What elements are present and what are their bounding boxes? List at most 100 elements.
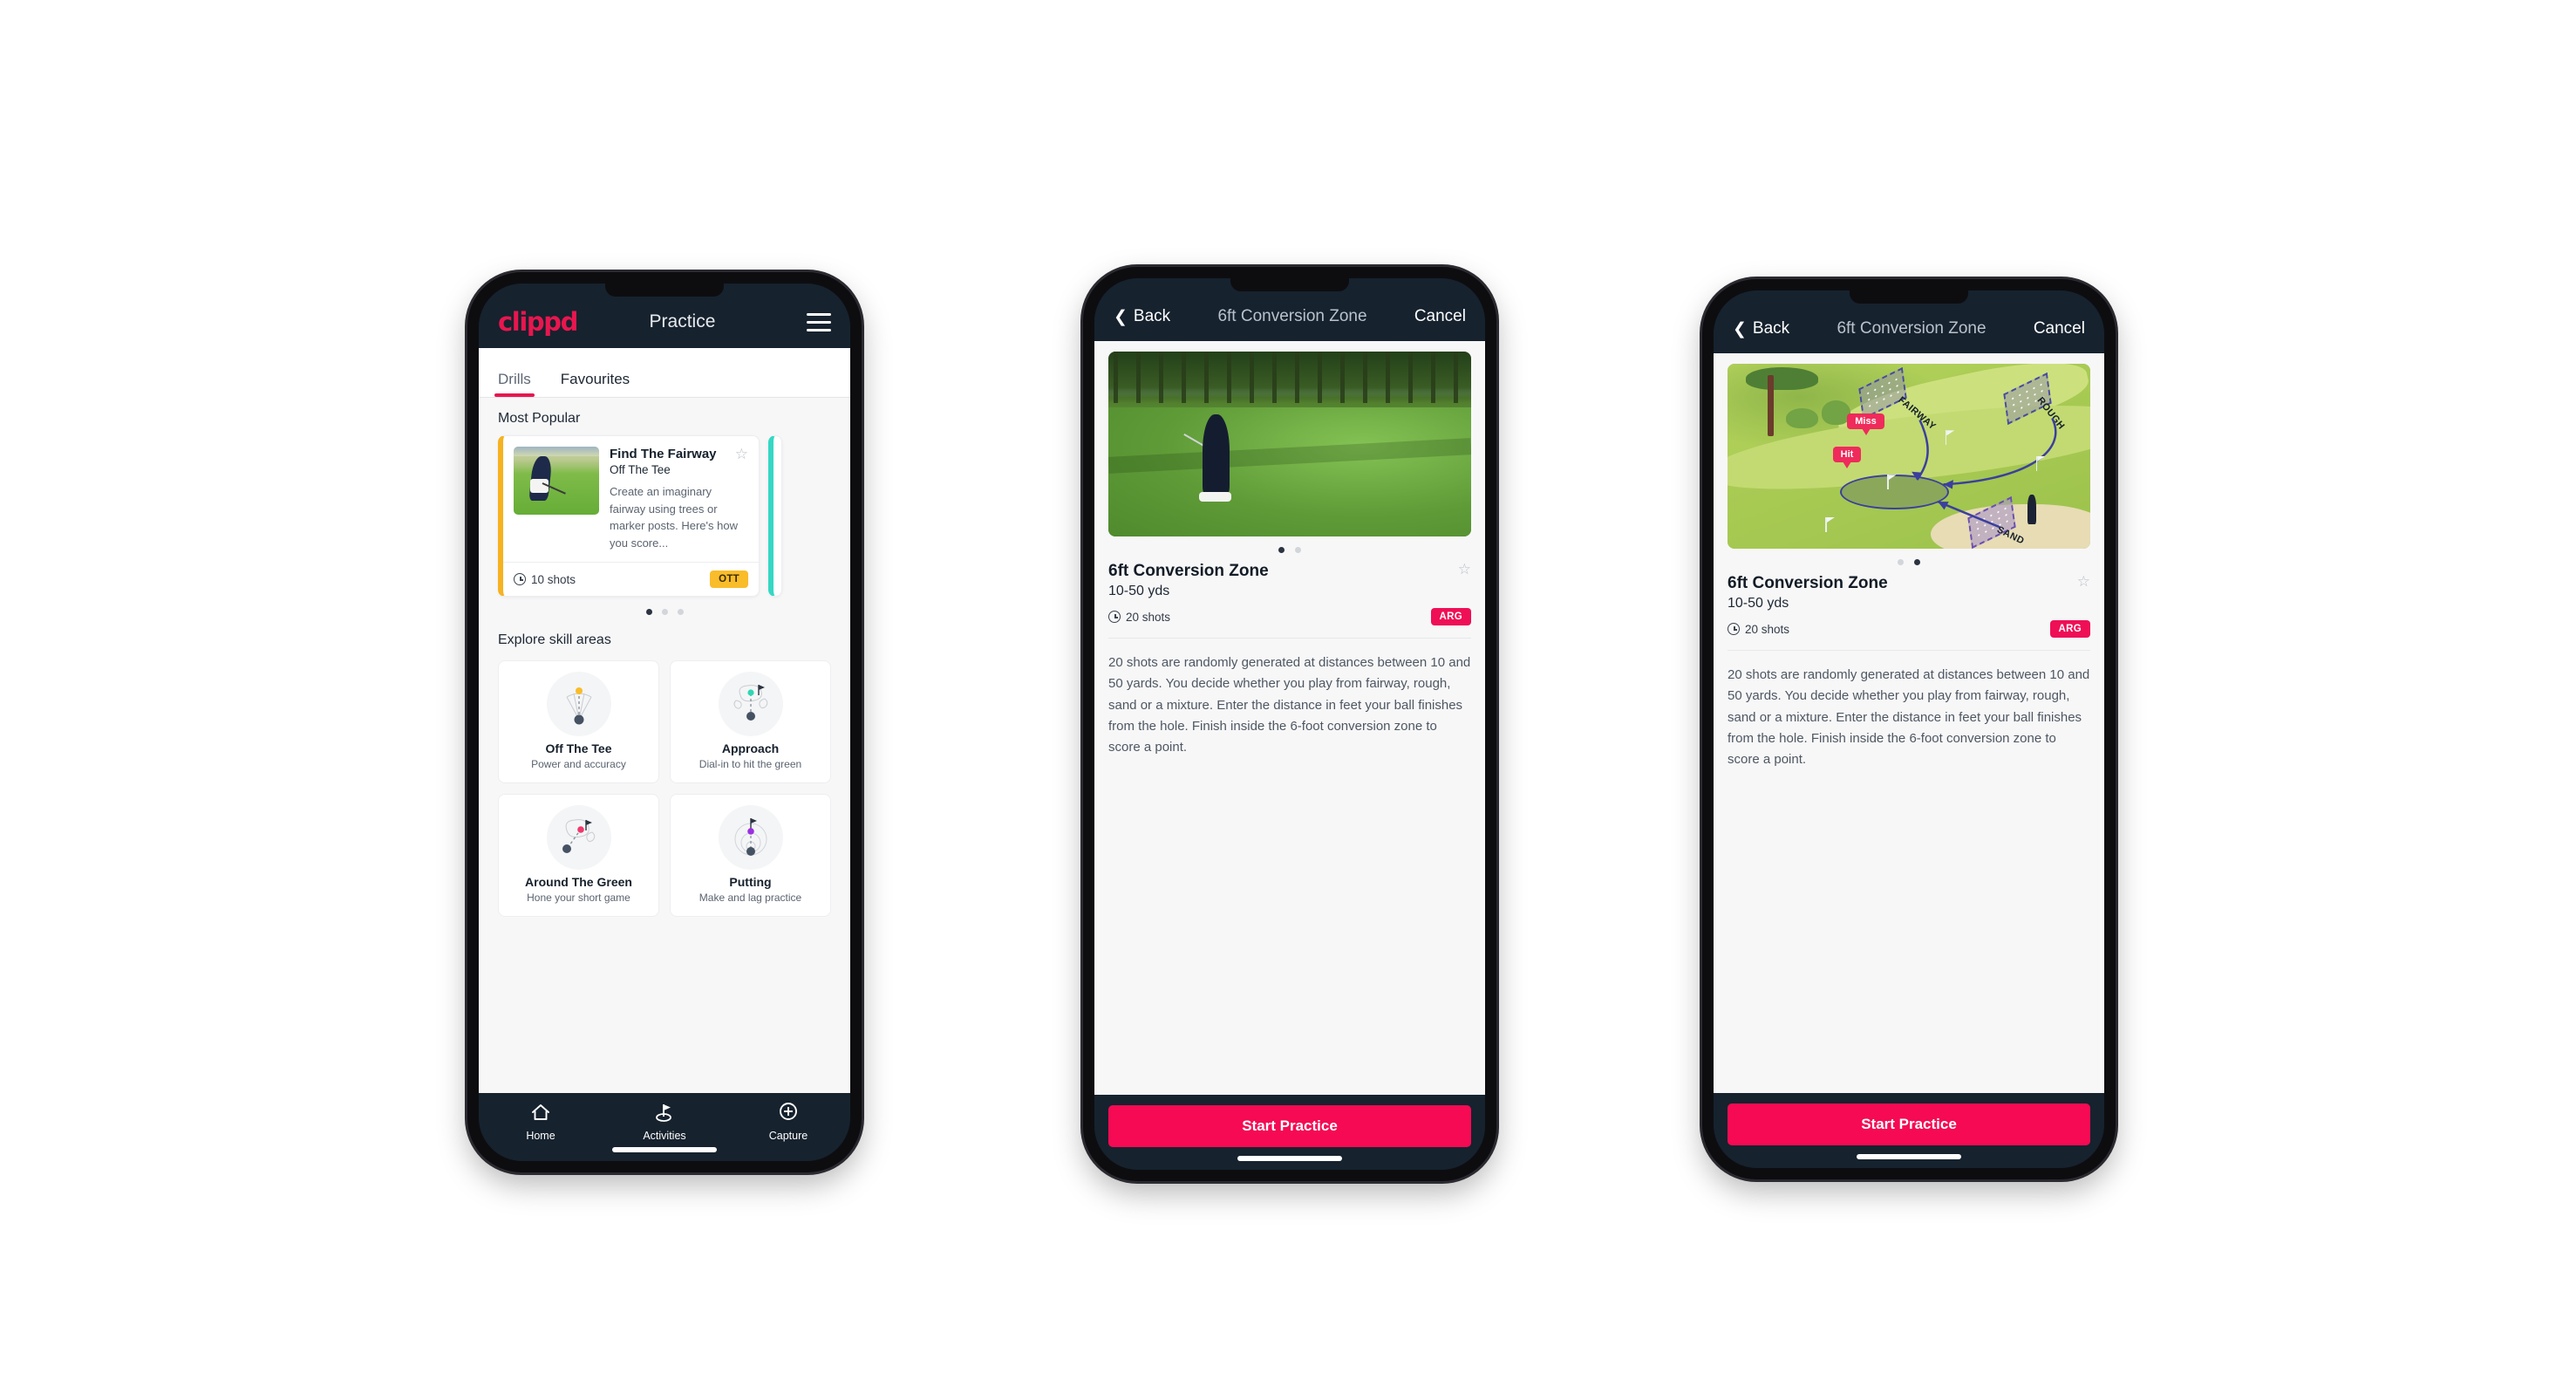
- skill-card-off-the-tee[interactable]: Off The Tee Power and accuracy: [498, 660, 659, 783]
- drill-shots: 10 shots: [514, 573, 576, 586]
- section-title-most-popular: Most Popular: [498, 411, 581, 426]
- media-carousel-dots: [1108, 536, 1471, 562]
- phone-drill-detail-map: ❮ Back 6ft Conversion Zone Cancel FAIRWA…: [1702, 279, 2116, 1179]
- drill-card[interactable]: Find The Fairway Off The Tee ☆ Create an…: [498, 435, 760, 597]
- home-indicator: [1237, 1156, 1342, 1161]
- skill-card-putting[interactable]: Putting Make and lag practice: [670, 794, 831, 917]
- skill-card-approach[interactable]: Approach Dial-in to hit the green: [670, 660, 831, 783]
- badge-hit: Hit: [1832, 447, 1862, 469]
- drill-distance: 10-50 yds: [1728, 596, 1789, 611]
- practice-body: Drills Favourites Most Popular Find The …: [479, 348, 850, 1093]
- nav-item-capture[interactable]: Capture: [727, 1102, 850, 1142]
- flag-pin-hole: [1887, 475, 1889, 490]
- back-label: Back: [1133, 307, 1171, 325]
- detail-title: 6ft Conversion Zone: [1217, 307, 1367, 325]
- drill-shots-label: 20 shots: [1126, 610, 1171, 624]
- hamburger-menu-icon[interactable]: [807, 312, 831, 331]
- nav-label: Home: [526, 1130, 555, 1142]
- golf-flag-icon: [656, 1104, 671, 1122]
- back-label: Back: [1752, 319, 1790, 338]
- cancel-button[interactable]: Cancel: [2034, 319, 2085, 338]
- clock-icon: [1728, 623, 1740, 635]
- approach-green-icon: [718, 672, 783, 736]
- chevron-left-icon: ❮: [1733, 319, 1747, 338]
- drill-name: 6ft Conversion Zone: [1728, 574, 1888, 592]
- start-practice-button[interactable]: Start Practice: [1728, 1103, 2090, 1145]
- skill-subtitle: Power and accuracy: [531, 758, 626, 770]
- phone-notch: [1230, 278, 1349, 291]
- nav-item-activities[interactable]: Activities: [603, 1102, 726, 1142]
- drill-shots: 20 shots: [1728, 623, 1789, 636]
- chevron-left-icon: ❮: [1114, 307, 1128, 326]
- carousel-dot[interactable]: [677, 609, 684, 615]
- home-indicator: [1857, 1154, 1961, 1159]
- home-indicator: [612, 1147, 717, 1152]
- detail-body: 6ft Conversion Zone 10-50 yds ☆ 20 shots…: [1094, 341, 1485, 1095]
- flag-pin: [1945, 430, 1947, 446]
- screenshot-canvas: clippd Practice Drills Favourites Most P…: [0, 0, 2576, 1387]
- drill-detail-card: 6ft Conversion Zone 10-50 yds ☆ 20 shots…: [1108, 562, 1471, 758]
- skill-name: Around The Green: [525, 875, 632, 889]
- skill-card-around-the-green[interactable]: Around The Green Hone your short game: [498, 794, 659, 917]
- tee-shot-fan-icon: [546, 672, 611, 736]
- skill-name: Off The Tee: [545, 741, 612, 755]
- drill-thumbnail: [514, 447, 599, 515]
- star-outline-icon[interactable]: ☆: [2077, 574, 2090, 589]
- phone-drill-detail-video: ❮ Back 6ft Conversion Zone Cancel 6ft Co…: [1083, 267, 1496, 1181]
- drill-media-photo[interactable]: [1108, 352, 1471, 536]
- most-popular-carousel[interactable]: Find The Fairway Off The Tee ☆ Create an…: [479, 435, 850, 597]
- drill-description: 20 shots are randomly generated at dista…: [1108, 655, 1471, 755]
- divider: [1108, 638, 1471, 639]
- phone-practice-list: clippd Practice Drills Favourites Most P…: [467, 272, 862, 1172]
- tab-bar: Drills Favourites: [479, 348, 850, 397]
- drill-shots: 20 shots: [1108, 611, 1170, 624]
- putting-rings-icon: [718, 805, 783, 870]
- carousel-dot[interactable]: [1898, 559, 1904, 565]
- tab-drills[interactable]: Drills: [494, 371, 535, 397]
- clock-icon: [1108, 611, 1121, 623]
- skill-name: Approach: [721, 741, 780, 755]
- carousel-dot[interactable]: [1914, 559, 1920, 565]
- drill-name: 6ft Conversion Zone: [1108, 562, 1269, 580]
- phone-notch: [1850, 290, 1968, 304]
- carousel-dot[interactable]: [1295, 547, 1301, 553]
- detail-body: FAIRWAY ROUGH SAND Miss Hit 6ft Conversi…: [1714, 353, 2104, 1093]
- drill-card-next-peek[interactable]: [768, 435, 782, 597]
- back-button[interactable]: ❮ Back: [1733, 319, 1789, 338]
- clock-icon: [514, 573, 526, 585]
- flag-pin: [2035, 456, 2038, 471]
- home-icon: [532, 1104, 549, 1120]
- skill-name: Putting: [729, 875, 772, 889]
- nav-label: Capture: [768, 1130, 808, 1142]
- chip-green-icon: [546, 805, 611, 870]
- page-title: Practice: [649, 311, 716, 331]
- skill-badge-ott: OTT: [710, 571, 748, 588]
- carousel-dot[interactable]: [661, 609, 668, 615]
- drill-media-course-map[interactable]: FAIRWAY ROUGH SAND Miss Hit: [1728, 364, 2090, 549]
- nav-label: Activities: [643, 1130, 686, 1142]
- plus-circle-icon: [780, 1103, 797, 1120]
- drill-description: Create an imaginary fairway using trees …: [610, 485, 738, 550]
- tab-favourites[interactable]: Favourites: [561, 371, 630, 397]
- carousel-dots: [479, 597, 850, 618]
- flag-pin: [1825, 516, 1827, 532]
- drill-detail-card: 6ft Conversion Zone 10-50 yds ☆ 20 shots…: [1728, 574, 2090, 770]
- nav-item-home[interactable]: Home: [480, 1102, 603, 1142]
- drill-distance: 10-50 yds: [1108, 584, 1170, 598]
- back-button[interactable]: ❮ Back: [1114, 307, 1170, 326]
- drill-shots-label: 20 shots: [1745, 622, 1790, 636]
- start-practice-button[interactable]: Start Practice: [1108, 1105, 1471, 1147]
- drill-shots-label: 10 shots: [531, 572, 576, 586]
- star-outline-icon[interactable]: ☆: [1458, 562, 1471, 577]
- section-title-explore: Explore skill areas: [498, 632, 611, 647]
- badge-miss: Miss: [1847, 413, 1884, 436]
- drill-name: Find The Fairway: [610, 447, 717, 461]
- drill-description: 20 shots are randomly generated at dista…: [1728, 667, 2090, 768]
- media-carousel-dots: [1728, 549, 2090, 574]
- star-outline-icon[interactable]: ☆: [735, 447, 748, 461]
- carousel-dot[interactable]: [1278, 547, 1285, 553]
- carousel-dot[interactable]: [645, 609, 652, 615]
- skill-subtitle: Dial-in to hit the green: [699, 758, 802, 770]
- divider: [1728, 650, 2090, 651]
- cancel-button[interactable]: Cancel: [1414, 307, 1466, 326]
